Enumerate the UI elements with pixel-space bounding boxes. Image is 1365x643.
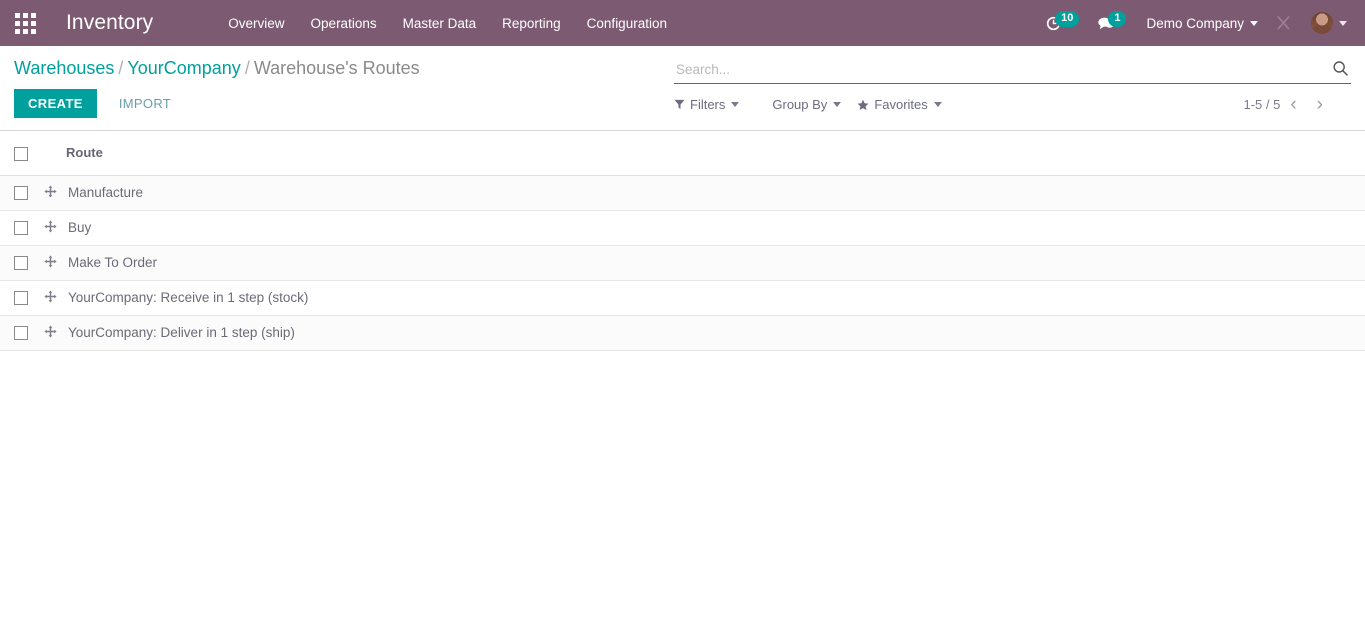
filters-label: Filters [690, 97, 726, 112]
menu-item-overview[interactable]: Overview [215, 10, 297, 37]
row-handle-cell [44, 210, 66, 246]
row-select-cell [0, 245, 44, 281]
favorites-dropdown[interactable]: Favorites [857, 97, 942, 112]
menu-item-operations[interactable]: Operations [298, 10, 390, 37]
pager-next-button[interactable]: › [1307, 95, 1333, 114]
group-by-label: Group By [772, 97, 828, 112]
drag-move-icon[interactable] [44, 185, 57, 200]
row-checkbox[interactable] [14, 221, 28, 236]
navbar-systray: 10 1 Demo Company [1037, 7, 1355, 39]
hamburger-lines-icon [755, 102, 767, 108]
route-name-cell[interactable]: YourCompany: Deliver in 1 step (ship) [66, 315, 1365, 351]
group-by-dropdown[interactable]: Group By [755, 97, 842, 112]
row-select-cell [0, 210, 44, 246]
create-button[interactable]: CREATE [14, 89, 97, 118]
breadcrumb-item-current: Warehouse's Routes [253, 58, 420, 78]
chevron-down-icon [731, 102, 740, 107]
app-brand-title[interactable]: Inventory [66, 11, 153, 35]
menu-item-configuration[interactable]: Configuration [574, 10, 680, 37]
handle-header [44, 131, 66, 176]
chevron-down-icon [933, 102, 942, 107]
breadcrumb-item-warehouses[interactable]: Warehouses [14, 58, 114, 78]
table-row[interactable]: YourCompany: Deliver in 1 step (ship) [0, 315, 1365, 351]
drag-move-icon[interactable] [44, 255, 57, 270]
import-button[interactable]: IMPORT [113, 95, 177, 112]
pager: 1-5 / 5 ‹ › [1243, 95, 1351, 114]
pager-previous-button[interactable]: ‹ [1280, 95, 1306, 114]
filters-dropdown[interactable]: Filters [674, 97, 740, 112]
route-name-cell[interactable]: Make To Order [66, 245, 1365, 281]
row-handle-cell [44, 315, 66, 351]
control-panel: Warehouses / YourCompany / Warehouse's Route… [0, 46, 1365, 131]
main-menu: Overview Operations Master Data Reportin… [215, 10, 680, 37]
message-count-badge: 1 [1108, 10, 1127, 27]
developer-tools-button[interactable] [1266, 9, 1301, 38]
star-icon [857, 99, 869, 111]
apps-menu-button[interactable] [8, 6, 42, 40]
pager-value: 1-5 / 5 [1243, 97, 1281, 112]
action-buttons: CREATE IMPORT [14, 79, 674, 130]
activity-menu-button[interactable]: 10 [1037, 10, 1087, 37]
search-input[interactable] [674, 62, 1332, 79]
breadcrumb: Warehouses / YourCompany / Warehouse's Route… [14, 46, 674, 79]
column-header-route[interactable]: Route [66, 131, 1365, 176]
company-name-label: Demo Company [1146, 15, 1244, 31]
search-view [674, 60, 1351, 84]
table-row[interactable]: Manufacture [0, 175, 1365, 211]
favorites-label: Favorites [874, 97, 928, 112]
row-select-cell [0, 280, 44, 316]
chevron-down-icon [1250, 21, 1258, 27]
search-options-row: Filters Group By Favorites 1-5 / 5 ‹ › [674, 84, 1351, 126]
select-all-checkbox[interactable] [14, 146, 28, 161]
table-body: Manufacture Buy Make To Order YourCompan… [0, 175, 1365, 351]
table-row[interactable]: YourCompany: Receive in 1 step (stock) [0, 280, 1365, 316]
avatar [1311, 12, 1333, 34]
row-handle-cell [44, 175, 66, 211]
tools-wrench-screwdriver-icon [1277, 15, 1290, 30]
magnifier-icon[interactable] [1332, 60, 1351, 81]
table-header-row: Route [0, 131, 1365, 176]
chevron-down-icon [1339, 20, 1347, 26]
drag-move-icon[interactable] [44, 220, 57, 235]
company-switcher[interactable]: Demo Company [1136, 10, 1264, 37]
top-navbar: Inventory Overview Operations Master Dat… [0, 0, 1365, 46]
apps-grid-icon [14, 12, 36, 34]
menu-item-reporting[interactable]: Reporting [489, 10, 574, 37]
route-name-cell[interactable]: Buy [66, 210, 1365, 246]
row-checkbox[interactable] [14, 256, 28, 271]
breadcrumb-separator: / [118, 58, 124, 78]
routes-table: Route Manufacture Buy Make To Order Your… [0, 131, 1365, 351]
breadcrumb-item-yourcompany[interactable]: YourCompany [127, 58, 240, 78]
row-checkbox[interactable] [14, 326, 28, 341]
funnel-icon [674, 99, 685, 110]
table-row[interactable]: Make To Order [0, 245, 1365, 281]
row-handle-cell [44, 245, 66, 281]
menu-item-master-data[interactable]: Master Data [390, 10, 490, 37]
user-menu-button[interactable] [1303, 7, 1355, 39]
routes-list-view: Route Manufacture Buy Make To Order Your… [0, 131, 1365, 351]
row-checkbox[interactable] [14, 186, 28, 201]
route-name-cell[interactable]: Manufacture [66, 175, 1365, 211]
table-row[interactable]: Buy [0, 210, 1365, 246]
drag-move-icon[interactable] [44, 290, 57, 305]
messaging-menu-button[interactable]: 1 [1089, 10, 1134, 37]
breadcrumb-separator: / [244, 58, 250, 78]
row-select-cell [0, 315, 44, 351]
row-select-cell [0, 175, 44, 211]
drag-move-icon[interactable] [44, 325, 57, 340]
row-checkbox[interactable] [14, 291, 28, 306]
chevron-down-icon [833, 102, 842, 107]
table-header: Route [0, 131, 1365, 176]
select-all-header [0, 131, 44, 176]
row-handle-cell [44, 280, 66, 316]
activity-count-badge: 10 [1055, 10, 1080, 27]
route-name-cell[interactable]: YourCompany: Receive in 1 step (stock) [66, 280, 1365, 316]
